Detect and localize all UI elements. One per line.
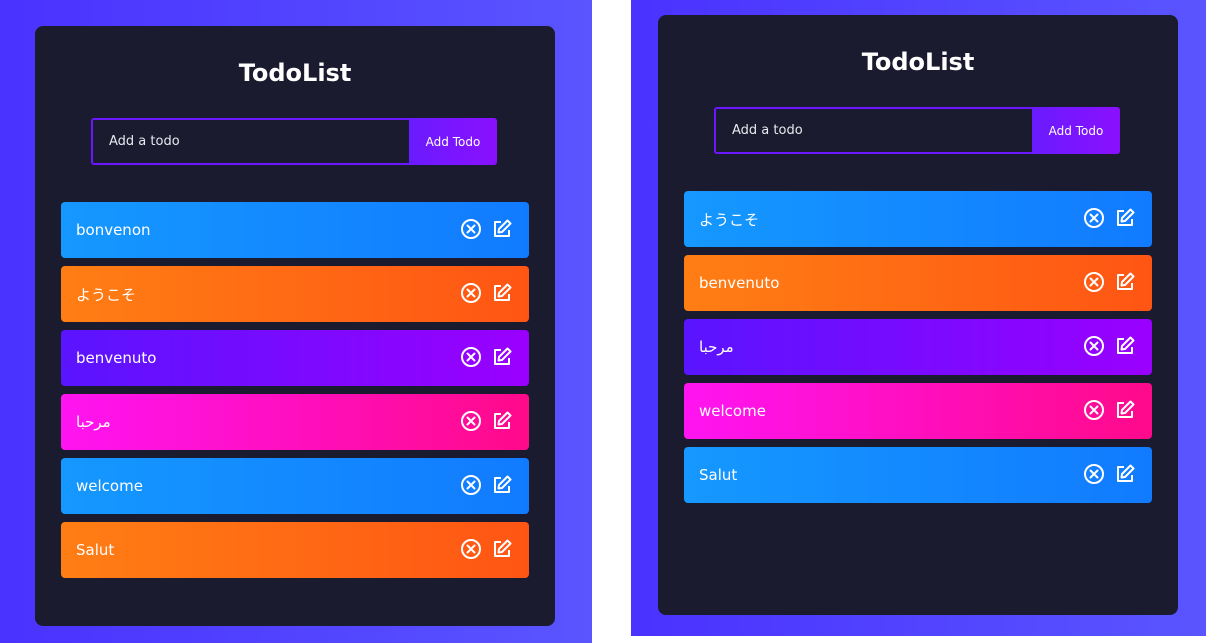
todo-item: welcome	[684, 383, 1152, 439]
edit-icon[interactable]	[1114, 207, 1136, 229]
todo-form: Add Todo	[91, 118, 497, 165]
edit-icon[interactable]	[1114, 271, 1136, 293]
left-screen-background: TodoList Add Todo bonvenon ようこそ b	[0, 0, 592, 643]
close-circle-icon[interactable]	[460, 282, 482, 304]
todo-input[interactable]	[714, 107, 1032, 154]
app-title: TodoList	[238, 59, 352, 87]
todo-item: ようこそ	[684, 191, 1152, 247]
todo-item: مرحبا	[61, 394, 529, 450]
close-circle-icon[interactable]	[1083, 335, 1105, 357]
add-todo-button[interactable]: Add Todo	[1032, 107, 1120, 154]
todo-form: Add Todo	[714, 107, 1120, 154]
edit-icon[interactable]	[1114, 463, 1136, 485]
edit-icon[interactable]	[491, 346, 513, 368]
close-circle-icon[interactable]	[460, 538, 482, 560]
todo-list: ようこそ benvenuto مرحبا welcome Salut	[684, 191, 1152, 511]
right-screen-background: TodoList Add Todo ようこそ benvenuto	[631, 0, 1206, 636]
close-circle-icon[interactable]	[1083, 463, 1105, 485]
todo-app-container: TodoList Add Todo bonvenon ようこそ b	[35, 26, 555, 626]
edit-icon[interactable]	[1114, 399, 1136, 421]
add-todo-button[interactable]: Add Todo	[409, 118, 497, 165]
close-circle-icon[interactable]	[1083, 207, 1105, 229]
todo-list: bonvenon ようこそ benvenuto مرحبا welcome Sa…	[61, 202, 529, 586]
edit-icon[interactable]	[491, 410, 513, 432]
todo-item: Salut	[61, 522, 529, 578]
edit-icon[interactable]	[491, 474, 513, 496]
edit-icon[interactable]	[491, 282, 513, 304]
edit-icon[interactable]	[1114, 335, 1136, 357]
todo-app-container: TodoList Add Todo ようこそ benvenuto	[658, 15, 1178, 615]
close-circle-icon[interactable]	[1083, 399, 1105, 421]
close-circle-icon[interactable]	[1083, 271, 1105, 293]
todo-item: Salut	[684, 447, 1152, 503]
app-title: TodoList	[861, 48, 975, 76]
close-circle-icon[interactable]	[460, 346, 482, 368]
close-circle-icon[interactable]	[460, 410, 482, 432]
close-circle-icon[interactable]	[460, 474, 482, 496]
edit-icon[interactable]	[491, 218, 513, 240]
todo-item: bonvenon	[61, 202, 529, 258]
todo-item: benvenuto	[61, 330, 529, 386]
todo-input[interactable]	[91, 118, 409, 165]
todo-item: benvenuto	[684, 255, 1152, 311]
edit-icon[interactable]	[491, 538, 513, 560]
todo-item: مرحبا	[684, 319, 1152, 375]
close-circle-icon[interactable]	[460, 218, 482, 240]
todo-item: welcome	[61, 458, 529, 514]
todo-item: ようこそ	[61, 266, 529, 322]
